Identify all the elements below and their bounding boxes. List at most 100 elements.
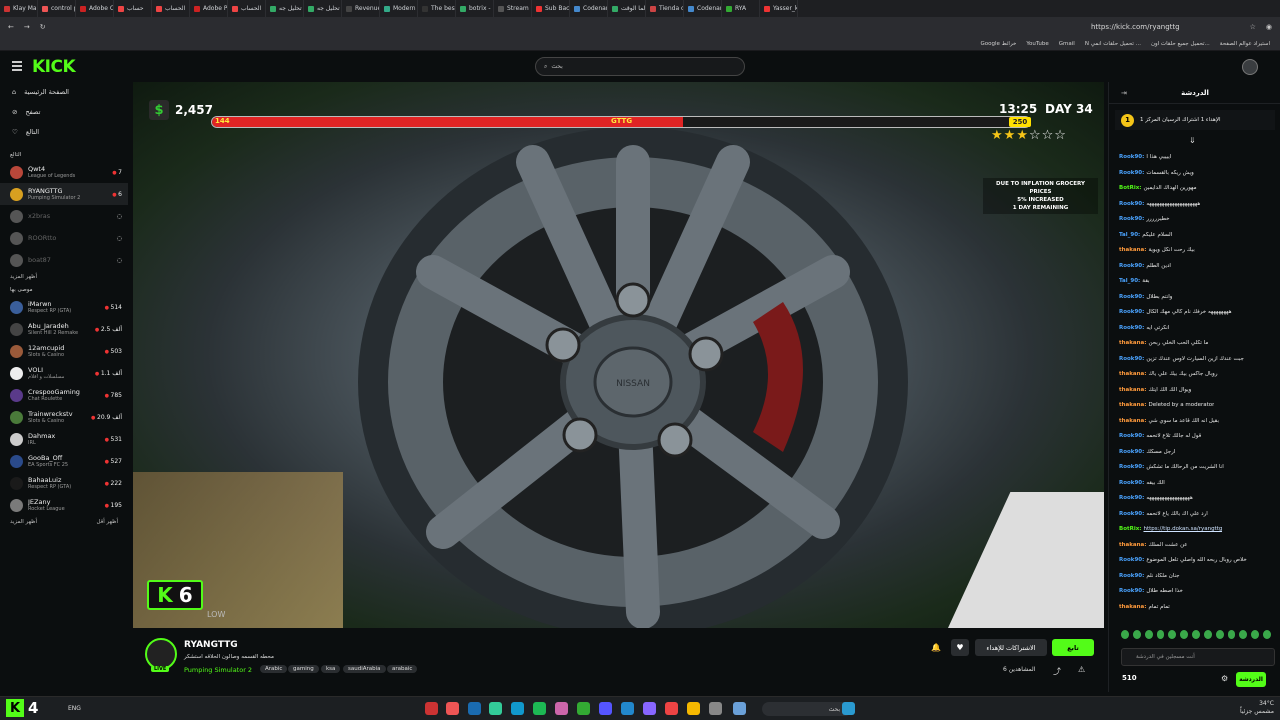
- emote-icon[interactable]: [1215, 630, 1224, 639]
- browser-tab[interactable]: Codenam: [570, 0, 608, 17]
- share-icon[interactable]: ⤴: [1053, 666, 1061, 677]
- channel-points[interactable]: 510: [1122, 674, 1137, 682]
- app-icon[interactable]: [599, 702, 612, 715]
- chat-username[interactable]: Rook90:: [1119, 201, 1144, 208]
- profile-icon[interactable]: ◉: [1266, 23, 1272, 31]
- app-icon[interactable]: [511, 702, 524, 715]
- gift-subscription-button[interactable]: الاشتراكات للإهداء: [975, 639, 1047, 656]
- chat-username[interactable]: Rook90:: [1119, 154, 1144, 161]
- brave-icon[interactable]: [665, 702, 678, 715]
- emote-icon[interactable]: [1156, 630, 1165, 639]
- chat-username[interactable]: Rook90:: [1119, 433, 1144, 440]
- browser-tab[interactable]: control p: [38, 0, 76, 17]
- show-more-recommended[interactable]: أظهر المزيد: [10, 519, 37, 525]
- forward-icon[interactable]: →: [24, 23, 30, 31]
- browser-tab[interactable]: حساب: [114, 0, 152, 17]
- show-more-following[interactable]: أظهر المزيد: [0, 271, 128, 283]
- emote-icon[interactable]: [1227, 630, 1236, 639]
- browser-tab[interactable]: Yasser_k: [760, 0, 798, 17]
- streamer-name[interactable]: RYANGTTG: [184, 640, 238, 650]
- browser-tab[interactable]: Revenue: [342, 0, 380, 17]
- browser-tab[interactable]: تحليل جه: [266, 0, 304, 17]
- sidebar-channel[interactable]: BahaaLuizRespect RP (GTA) 222: [0, 472, 128, 494]
- chat-username[interactable]: Rook90:: [1119, 480, 1144, 487]
- app-icon[interactable]: [643, 702, 656, 715]
- sidebar-channel[interactable]: CrespooGamingChat Roulette 785: [0, 384, 128, 406]
- notification-bell-button[interactable]: 🔔: [927, 639, 945, 656]
- browser-tab[interactable]: Codenam: [684, 0, 722, 17]
- chat-username[interactable]: thakana:: [1119, 604, 1146, 611]
- emote-icon[interactable]: [1263, 630, 1271, 639]
- chat-username[interactable]: Rook90:: [1119, 216, 1144, 223]
- sidebar-channel[interactable]: 12amcupidSlots & Casino 503: [0, 340, 128, 362]
- url-field[interactable]: https://kick.com/ryangttg: [1091, 23, 1180, 31]
- tag-saudiarabia[interactable]: saudiArabia: [343, 665, 386, 673]
- sidebar-channel[interactable]: boat87 ◌: [0, 249, 128, 271]
- bookmark-item[interactable]: Gmail: [1059, 41, 1075, 47]
- emote-icon[interactable]: [1168, 630, 1177, 639]
- chat-username[interactable]: thakana:: [1119, 371, 1146, 378]
- sidebar-channel[interactable]: JEZanyRocket League 195: [0, 494, 128, 516]
- back-icon[interactable]: ←: [8, 23, 14, 31]
- follow-button[interactable]: تابع: [1052, 639, 1094, 656]
- search-input[interactable]: ⌕ بحث: [535, 57, 745, 76]
- bookmark-item[interactable]: N تحميل حلقات انمي ...: [1085, 41, 1141, 47]
- folder-icon[interactable]: [687, 702, 700, 715]
- video-player[interactable]: NISSAN $ 2,457 144 GTTG 250 13:25 DAY 34…: [133, 82, 1104, 628]
- emote-icon[interactable]: [1203, 630, 1212, 639]
- chat-username[interactable]: Tal_90:: [1119, 278, 1140, 285]
- chat-username[interactable]: BotRix:: [1119, 185, 1141, 192]
- scroll-down-icon[interactable]: ⇓: [1189, 136, 1196, 145]
- browser-tab[interactable]: RYA: [722, 0, 760, 17]
- browser-tab[interactable]: الحساب: [152, 0, 190, 17]
- chat-username[interactable]: thakana:: [1119, 418, 1146, 425]
- bookmark-item[interactable]: YouTube: [1026, 41, 1048, 47]
- kick-tray-icon[interactable]: K: [6, 699, 24, 717]
- bookmark-item[interactable]: استيراد عوالم الصفحة: [1220, 41, 1270, 47]
- user-avatar[interactable]: [1242, 59, 1258, 75]
- chat-username[interactable]: BotRix:: [1119, 526, 1141, 533]
- sidebar-channel[interactable]: Abu_JaradehSilent Hill 2 Remake 2.5 ألف: [0, 318, 128, 340]
- browser-tab[interactable]: Adobe P: [190, 0, 228, 17]
- app-icon[interactable]: [709, 702, 722, 715]
- chat-username[interactable]: Rook90:: [1119, 557, 1144, 564]
- chat-username[interactable]: thakana:: [1119, 542, 1146, 549]
- browser-tab[interactable]: botrix -: [456, 0, 494, 17]
- sidebar-channel[interactable]: x2bras ◌: [0, 205, 128, 227]
- sidebar-nav-item[interactable]: ♡ التالع: [0, 122, 128, 142]
- chat-username[interactable]: Rook90:: [1119, 511, 1144, 518]
- app-icon[interactable]: [577, 702, 590, 715]
- sidebar-channel[interactable]: VOLIمسلسلات و افلام 1.1 ألف: [0, 362, 128, 384]
- app-icon[interactable]: [446, 702, 459, 715]
- app-icon[interactable]: [555, 702, 568, 715]
- chat-username[interactable]: Rook90:: [1119, 449, 1144, 456]
- browser-tab[interactable]: Modern: [380, 0, 418, 17]
- emote-icon[interactable]: [1144, 630, 1153, 639]
- browser-tab[interactable]: تحليل جه: [304, 0, 342, 17]
- bookmark-item[interactable]: Google خرائط: [981, 41, 1017, 47]
- chat-username[interactable]: Rook90:: [1119, 464, 1144, 471]
- language-indicator[interactable]: ENG: [68, 705, 81, 712]
- kick-logo[interactable]: KICK: [32, 57, 76, 77]
- chat-username[interactable]: thakana:: [1119, 340, 1146, 347]
- sidebar-nav-item[interactable]: ⌂ الصفحة الرئيسية: [0, 82, 128, 102]
- chat-username[interactable]: Rook90:: [1119, 495, 1144, 502]
- pinned-message[interactable]: 1 الإهداء 1 اشتراك الرسيان المركز 1: [1115, 110, 1275, 130]
- chat-username[interactable]: Rook90:: [1119, 294, 1144, 301]
- spotify-icon[interactable]: [533, 702, 546, 715]
- chat-username[interactable]: thakana:: [1119, 387, 1146, 394]
- tag-gaming[interactable]: gaming: [288, 665, 319, 673]
- sidebar-channel[interactable]: ROORtto ◌: [0, 227, 128, 249]
- hamburger-menu-icon[interactable]: [12, 61, 22, 71]
- emote-icon[interactable]: [1251, 630, 1260, 639]
- browser-tab[interactable]: Stream C: [494, 0, 532, 17]
- emote-icon[interactable]: [1132, 630, 1141, 639]
- tag-arabaic[interactable]: arabaic: [387, 665, 418, 673]
- app-icon[interactable]: [621, 702, 634, 715]
- chat-username[interactable]: Rook90:: [1119, 573, 1144, 580]
- sidebar-channel[interactable]: GooBa_OffEA Sports FC 25 527: [0, 450, 128, 472]
- chat-username[interactable]: Rook90:: [1119, 170, 1144, 177]
- chat-text[interactable]: https://tip.dokan.sa/ryangttg: [1143, 526, 1222, 533]
- tag-arabic[interactable]: Arabic: [260, 665, 288, 673]
- chat-username[interactable]: Rook90:: [1119, 356, 1144, 363]
